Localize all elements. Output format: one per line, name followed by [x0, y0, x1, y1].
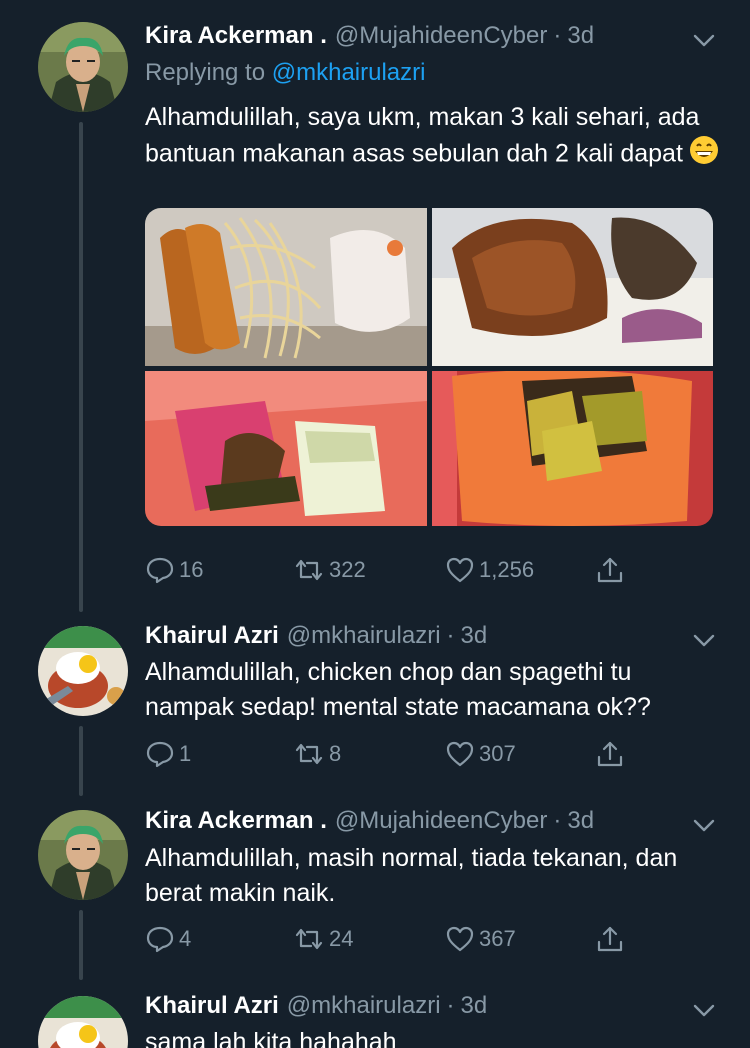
reply-icon — [146, 741, 174, 768]
like-button[interactable]: 1,256 — [445, 554, 534, 586]
retweet-count: 8 — [329, 741, 342, 766]
separator: · — [553, 807, 562, 834]
retweet-button[interactable]: 24 — [293, 923, 353, 955]
tweet-text: sama lah kita hahahah — [145, 1028, 397, 1048]
like-button[interactable]: 307 — [445, 738, 516, 770]
chicken-chop-spaghetti-photo[interactable] — [145, 208, 427, 366]
separator: · — [553, 22, 562, 49]
tweet-actions: 16 322 1,256 — [145, 554, 645, 586]
reply-icon — [146, 926, 174, 953]
retweet-count: 24 — [329, 926, 354, 951]
avatar[interactable] — [38, 626, 128, 716]
chevron-down-icon[interactable] — [692, 32, 716, 50]
chevron-down-icon[interactable] — [692, 817, 716, 835]
chocolate-bag-photo[interactable] — [432, 371, 713, 526]
snacks-bag-photo[interactable] — [145, 371, 427, 526]
user-handle[interactable]: @mkhairulazri — [287, 992, 441, 1020]
avatar[interactable] — [38, 996, 128, 1048]
like-count: 367 — [479, 926, 516, 951]
heart-icon — [446, 741, 474, 767]
tweet[interactable]: Khairul Azri @mkhairulazri · 3d Alhamdul… — [0, 622, 750, 782]
grinning-face-emoji-icon — [689, 135, 719, 175]
share-icon — [597, 926, 623, 952]
retweet-icon — [295, 928, 323, 950]
replying-label: Replying to — [145, 59, 272, 86]
reply-count: 4 — [179, 926, 192, 951]
timestamp[interactable]: 3d — [461, 622, 488, 650]
timestamp[interactable]: 3d — [567, 807, 594, 835]
tweet-actions: 4 24 367 — [145, 923, 645, 955]
retweet-icon — [295, 743, 323, 765]
retweet-button[interactable]: 8 — [293, 738, 341, 770]
tweet[interactable]: Kira Ackerman . @MujahideenCyber · 3d Re… — [0, 22, 750, 592]
like-button[interactable]: 367 — [445, 923, 516, 955]
avatar[interactable] — [38, 22, 128, 112]
display-name[interactable]: Kira Ackerman . — [145, 807, 327, 835]
share-button[interactable] — [595, 738, 625, 770]
reply-button[interactable]: 4 — [145, 923, 191, 955]
display-name[interactable]: Khairul Azri — [145, 622, 279, 650]
fried-chicken-rice-photo[interactable] — [432, 208, 713, 366]
retweet-count: 322 — [329, 557, 366, 582]
reply-icon — [146, 557, 174, 584]
reply-button[interactable]: 1 — [145, 738, 191, 770]
share-icon — [597, 741, 623, 767]
mention-link[interactable]: @mkhairulazri — [272, 59, 426, 86]
separator: · — [446, 622, 455, 649]
tweet-text: Alhamdulillah, saya ukm, makan 3 kali se… — [145, 100, 725, 175]
share-icon — [597, 557, 623, 583]
user-handle[interactable]: @MujahideenCyber — [335, 22, 547, 50]
heart-icon — [446, 926, 474, 952]
display-name[interactable]: Khairul Azri — [145, 992, 279, 1020]
tweet-actions: 1 8 307 — [145, 738, 645, 770]
tweet[interactable]: Khairul Azri @mkhairulazri · 3d sama lah… — [0, 992, 750, 1048]
separator: · — [446, 992, 455, 1019]
heart-icon — [446, 557, 474, 583]
media-grid[interactable] — [145, 208, 713, 526]
chevron-down-icon[interactable] — [692, 1002, 716, 1020]
user-handle[interactable]: @MujahideenCyber — [335, 807, 547, 835]
share-button[interactable] — [595, 923, 625, 955]
reply-count: 1 — [179, 741, 192, 766]
tweet[interactable]: Kira Ackerman . @MujahideenCyber · 3d Al… — [0, 807, 750, 967]
retweet-button[interactable]: 322 — [293, 554, 366, 586]
timestamp[interactable]: 3d — [567, 22, 594, 50]
share-button[interactable] — [595, 554, 625, 586]
retweet-icon — [295, 559, 323, 581]
reply-button[interactable]: 16 — [145, 554, 203, 586]
avatar[interactable] — [38, 810, 128, 900]
user-handle[interactable]: @mkhairulazri — [287, 622, 441, 650]
tweet-text: Alhamdulillah, chicken chop dan spagethi… — [145, 658, 651, 721]
like-count: 1,256 — [479, 557, 535, 582]
reply-count: 16 — [179, 557, 204, 582]
like-count: 307 — [479, 741, 516, 766]
chevron-down-icon[interactable] — [692, 632, 716, 650]
display-name[interactable]: Kira Ackerman . — [145, 22, 327, 50]
timestamp[interactable]: 3d — [461, 992, 488, 1020]
replying-to: Replying to @mkhairulazri — [145, 59, 425, 87]
tweet-text: Alhamdulillah, masih normal, tiada tekan… — [145, 844, 678, 907]
